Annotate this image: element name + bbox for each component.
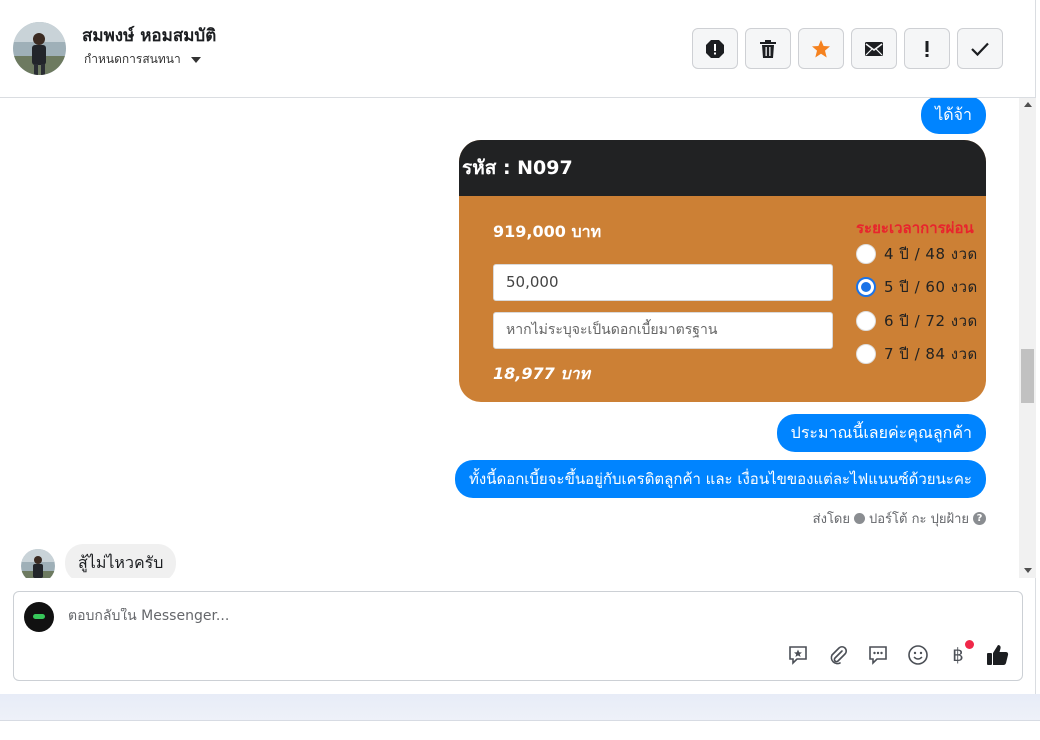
outgoing-message[interactable]: ได้จ้า xyxy=(921,98,986,134)
quick-reply-button[interactable] xyxy=(866,643,890,667)
attach-button[interactable] xyxy=(826,643,850,667)
scroll-thumb[interactable] xyxy=(1021,349,1034,403)
term-option-84[interactable]: 7 ปี / 84 งวด xyxy=(856,342,978,366)
conversation-header: สมพงษ์ หอมสมบัติ กำหนดการสนทนา xyxy=(0,0,1036,98)
quick-reply-icon xyxy=(869,646,887,665)
envelope-icon xyxy=(865,41,883,56)
loan-calculator-card: รหัส : N097 919,000 บาท 50,000 หากไม่ระบ… xyxy=(459,140,986,402)
scroll-down-arrow-icon[interactable] xyxy=(1024,568,1032,573)
sender-name[interactable]: ปอร์โต้ กะ ปุยฝ้าย xyxy=(869,508,969,529)
outgoing-message[interactable]: ทั้งนี้ดอกเบี้ยจะขึ้นอยู่กับเครดิตลูกค้า… xyxy=(454,460,986,498)
check-icon xyxy=(971,42,989,56)
page-avatar xyxy=(24,602,54,632)
saved-reply-icon xyxy=(789,646,807,665)
message-thread: ได้จ้า รหัส : N097 919,000 บาท 50,000 หา… xyxy=(0,98,1036,578)
thread-scrollbar[interactable] xyxy=(1019,98,1036,578)
car-price: 919,000 บาท xyxy=(493,222,602,241)
verified-icon xyxy=(854,513,865,524)
contact-name: สมพงษ์ หอมสมบัติ xyxy=(82,26,217,46)
follow-up-button[interactable] xyxy=(904,28,950,69)
radio-button[interactable] xyxy=(856,244,876,264)
term-label: 7 ปี / 84 งวด xyxy=(884,345,978,363)
monthly-payment: 18,977 บาท xyxy=(493,364,590,383)
emoji-button[interactable] xyxy=(906,643,930,667)
outgoing-message[interactable]: ประมาณนี้เลยค่ะคุณลูกค้า xyxy=(776,414,986,452)
contact-avatar-small[interactable] xyxy=(21,549,55,578)
radio-button[interactable] xyxy=(856,344,876,364)
interest-rate-field[interactable]: หากไม่ระบุจะเป็นดอกเบี้ยมาตรฐาน xyxy=(493,312,833,349)
incoming-message[interactable]: สู้ไม่ไหวครับ xyxy=(65,544,177,578)
term-option-60[interactable]: 5 ปี / 60 งวด xyxy=(856,275,978,299)
conversation-settings-dropdown[interactable]: กำหนดการสนทนา xyxy=(84,50,201,69)
radio-button[interactable] xyxy=(856,311,876,331)
term-label: 5 ปี / 60 งวด xyxy=(884,278,978,296)
star-icon xyxy=(812,39,830,57)
bottom-divider xyxy=(0,720,1040,721)
alert-icon xyxy=(706,39,724,58)
conversation-toolbar xyxy=(692,28,1003,69)
mark-done-button[interactable] xyxy=(957,28,1003,69)
sent-by-label: ส่งโดย xyxy=(812,512,850,527)
notification-dot xyxy=(965,640,974,649)
baht-icon: ฿ xyxy=(952,644,964,666)
mark-unread-button[interactable] xyxy=(851,28,897,69)
conversation-settings-label: กำหนดการสนทนา xyxy=(84,52,181,66)
composer-toolbar: ฿ xyxy=(786,640,1010,667)
term-label: 4 ปี / 48 งวด xyxy=(884,245,978,263)
scroll-up-arrow-icon[interactable] xyxy=(1024,102,1032,107)
like-icon xyxy=(987,645,1009,665)
installment-term-title: ระยะเวลาการผ่อน xyxy=(856,219,974,237)
term-label: 6 ปี / 72 งวด xyxy=(884,312,978,330)
help-icon[interactable]: ? xyxy=(973,512,986,525)
like-button[interactable] xyxy=(986,643,1010,667)
term-option-48[interactable]: 4 ปี / 48 งวด xyxy=(856,242,978,266)
message-composer: ฿ xyxy=(13,591,1023,681)
contact-avatar[interactable] xyxy=(13,22,66,75)
reply-input[interactable] xyxy=(68,608,768,624)
bottom-band xyxy=(0,694,1040,720)
trash-icon xyxy=(760,39,776,58)
car-code: รหัส : N097 xyxy=(459,140,986,196)
radio-button-selected[interactable] xyxy=(856,277,876,297)
delete-button[interactable] xyxy=(745,28,791,69)
page-logo-icon xyxy=(33,614,45,619)
saved-reply-button[interactable] xyxy=(786,643,810,667)
star-button[interactable] xyxy=(798,28,844,69)
exclamation-icon xyxy=(925,40,929,57)
payment-button[interactable]: ฿ xyxy=(946,640,974,667)
sent-by-info: ส่งโดย ปอร์โต้ กะ ปุยฝ้าย ? xyxy=(813,508,986,529)
emoji-icon xyxy=(908,645,928,665)
term-option-72[interactable]: 6 ปี / 72 งวด xyxy=(856,309,978,333)
attachment-icon xyxy=(830,645,848,665)
mark-spam-button[interactable] xyxy=(692,28,738,69)
caret-down-icon xyxy=(190,56,201,63)
down-payment-field[interactable]: 50,000 xyxy=(493,264,833,301)
